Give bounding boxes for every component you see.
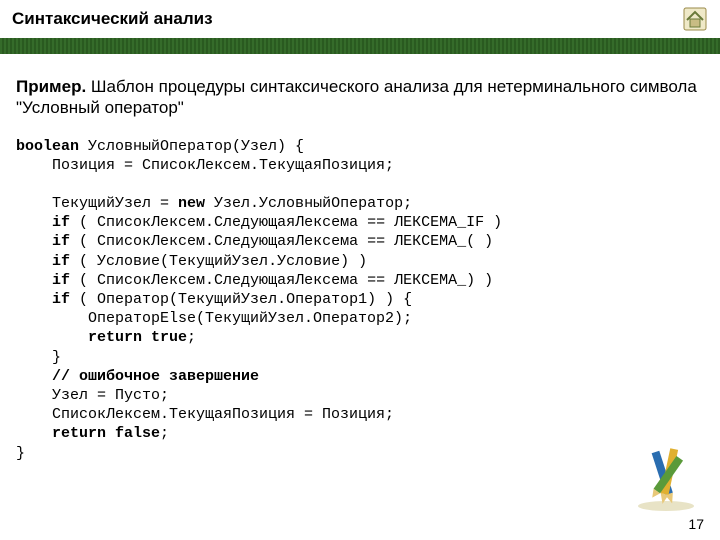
page-number: 17 bbox=[688, 516, 704, 532]
kw-if-5: if bbox=[52, 291, 70, 308]
content-area: Пример. Шаблон процедуры синтаксического… bbox=[0, 54, 720, 463]
kw-if-3: if bbox=[52, 253, 70, 270]
home-icon bbox=[683, 7, 707, 31]
kw-return-false: return false bbox=[52, 425, 160, 442]
kw-new: new bbox=[178, 195, 205, 212]
kw-if-4: if bbox=[52, 272, 70, 289]
comment-line: // ошибочное завершение bbox=[16, 368, 259, 385]
code-block: boolean УсловныйОператор(Узел) { Позиция… bbox=[16, 137, 704, 463]
header-bar: Синтаксический анализ bbox=[0, 0, 720, 38]
description-rest: Шаблон процедуры синтаксического анализа… bbox=[16, 77, 697, 117]
pencils-icon bbox=[630, 444, 702, 512]
page-title: Синтаксический анализ bbox=[0, 9, 680, 29]
kw-if-2: if bbox=[52, 233, 70, 250]
kw-boolean: boolean bbox=[16, 138, 79, 155]
description-lead: Пример. bbox=[16, 77, 86, 96]
kw-if-1: if bbox=[52, 214, 70, 231]
home-button[interactable] bbox=[680, 5, 710, 33]
kw-return-true: return true bbox=[88, 329, 187, 346]
header-stripe bbox=[0, 38, 720, 54]
description: Пример. Шаблон процедуры синтаксического… bbox=[16, 76, 704, 119]
